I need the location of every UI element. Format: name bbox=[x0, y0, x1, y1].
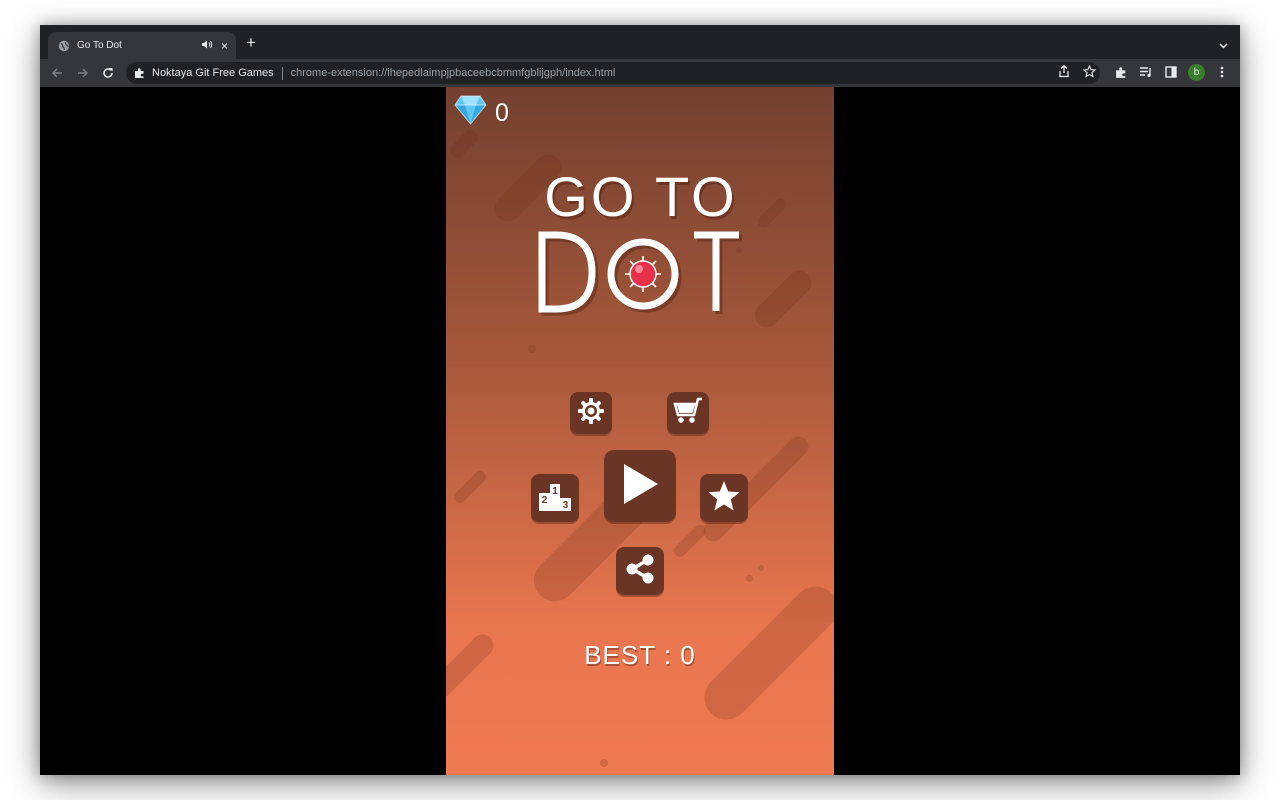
tab-go-to-dot[interactable]: Go To Dot × bbox=[48, 32, 236, 59]
leaderboard-button[interactable]: 1 2 3 bbox=[531, 474, 579, 522]
site-name: Noktaya Git Free Games bbox=[152, 67, 274, 79]
kebab-menu-icon[interactable] bbox=[1215, 65, 1229, 79]
rate-button[interactable] bbox=[700, 474, 748, 522]
bg-streak bbox=[755, 196, 789, 230]
browser-toolbar: Noktaya Git Free Games chrome-extension:… bbox=[40, 59, 1240, 87]
gear-icon bbox=[577, 397, 605, 430]
star-icon bbox=[707, 480, 741, 517]
bg-particle bbox=[528, 345, 536, 353]
side-panel-icon[interactable] bbox=[1164, 65, 1178, 79]
share-page-icon[interactable] bbox=[1057, 64, 1071, 78]
game-canvas[interactable]: 0 GO TO 1 2 3 BEST: 0 bbox=[446, 87, 834, 775]
url-text[interactable]: chrome-extension://ihepedlaimpjpbaceebcb… bbox=[291, 67, 616, 79]
bookmark-star-icon[interactable] bbox=[1082, 64, 1096, 78]
cart-icon bbox=[672, 397, 704, 430]
tab-strip: Go To Dot × + bbox=[40, 25, 1240, 59]
gem-counter: 0 bbox=[454, 95, 509, 130]
bg-particle bbox=[746, 575, 753, 582]
media-control-icon[interactable] bbox=[1139, 65, 1153, 79]
podium-icon: 1 2 3 bbox=[538, 481, 572, 516]
tab-title: Go To Dot bbox=[77, 40, 122, 51]
globe-icon bbox=[58, 40, 70, 52]
bg-particle bbox=[758, 565, 764, 571]
extensions-icon[interactable] bbox=[1114, 65, 1128, 79]
address-bar[interactable]: Noktaya Git Free Games chrome-extension:… bbox=[126, 62, 1100, 84]
browser-window: Go To Dot × + Noktaya Git Free Games chr… bbox=[40, 25, 1240, 775]
address-separator bbox=[281, 66, 283, 80]
page-viewport: 0 GO TO 1 2 3 BEST: 0 bbox=[40, 87, 1240, 775]
svg-text:2: 2 bbox=[542, 495, 548, 506]
reload-icon[interactable] bbox=[99, 64, 117, 82]
svg-text:3: 3 bbox=[563, 500, 569, 511]
speaker-icon[interactable] bbox=[201, 40, 213, 51]
best-score: BEST : 0 bbox=[584, 640, 696, 670]
chevron-down-icon[interactable] bbox=[1219, 37, 1228, 49]
forward-arrow-icon[interactable] bbox=[74, 64, 92, 82]
share-icon bbox=[624, 553, 656, 590]
shop-button[interactable] bbox=[667, 392, 709, 434]
svg-text:1: 1 bbox=[552, 486, 558, 497]
tab-close-button[interactable]: × bbox=[221, 40, 228, 52]
play-icon bbox=[620, 462, 660, 511]
gem-count: 0 bbox=[495, 98, 509, 127]
bg-streak bbox=[447, 127, 481, 161]
diamond-icon bbox=[454, 95, 487, 130]
share-button[interactable] bbox=[616, 547, 664, 595]
puzzle-icon bbox=[134, 67, 146, 79]
logo-dot bbox=[534, 229, 744, 319]
play-button[interactable] bbox=[604, 450, 676, 522]
bg-streak bbox=[671, 522, 709, 560]
bg-streak bbox=[451, 468, 489, 506]
new-tab-button[interactable]: + bbox=[246, 33, 256, 53]
back-arrow-icon[interactable] bbox=[48, 64, 66, 82]
bg-streak bbox=[749, 265, 817, 333]
settings-button[interactable] bbox=[570, 392, 612, 434]
bg-particle bbox=[600, 759, 608, 767]
profile-avatar[interactable]: b bbox=[1188, 64, 1205, 81]
logo-go-to: GO TO bbox=[544, 165, 738, 228]
